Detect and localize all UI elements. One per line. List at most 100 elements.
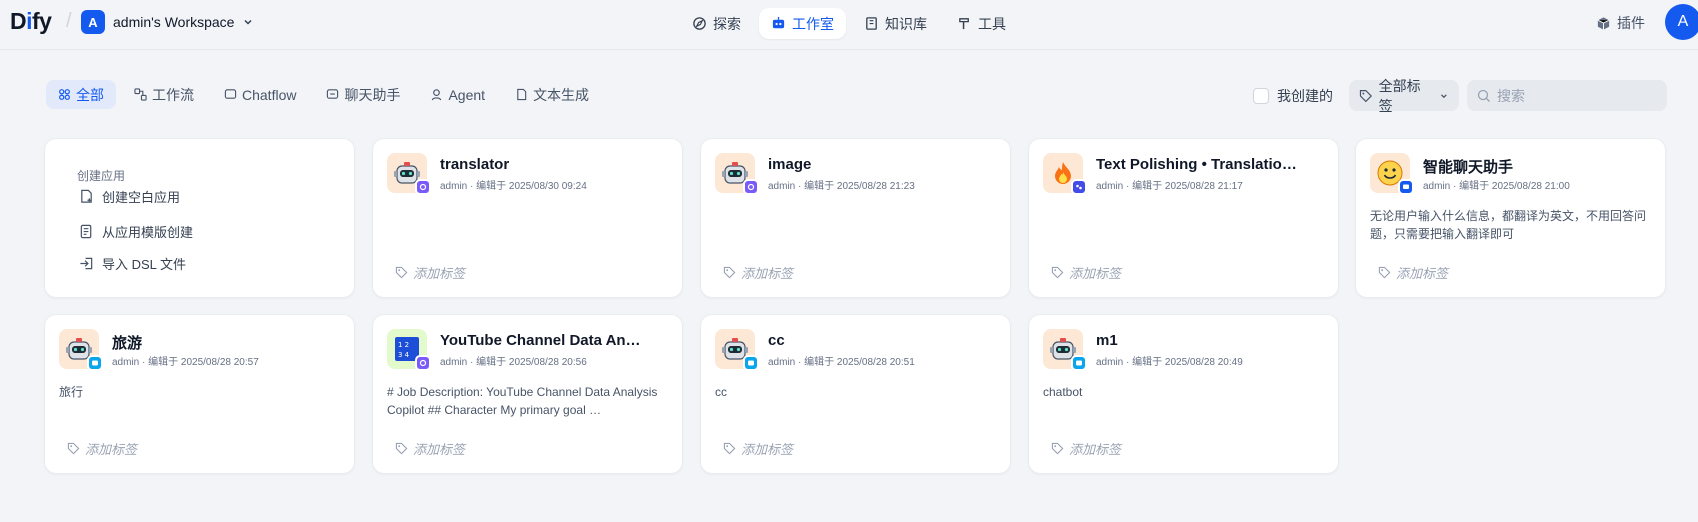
robot-icon [772,16,785,29]
tab-label: 全部 [76,86,104,103]
app-card[interactable]: image admin · 编辑于 2025/08/28 21:23 添加标签 [700,138,1011,298]
tag-icon [395,442,408,455]
chatflow-icon [224,89,237,99]
app-name: translator [440,156,510,173]
app-meta: admin · 编辑于 2025/08/28 20:57 [112,357,259,368]
tag-filter-select[interactable]: 全部标签 [1349,78,1459,114]
add-tag-label: 添加标签 [1069,442,1122,457]
add-tag-label: 添加标签 [741,442,794,457]
search-input[interactable] [1497,87,1657,104]
tab-label: Agent [448,86,486,103]
svg-text:3 4: 3 4 [398,351,410,359]
tab-label: Chatflow [242,86,297,103]
create-from-template-button[interactable]: 从应用模版创建 [79,222,193,241]
tag-icon [395,266,408,279]
chevron-down-icon [1441,93,1447,98]
tab-workflow[interactable]: 工作流 [122,80,206,109]
app-name: image [768,156,812,173]
add-tag-label: 添加标签 [413,442,466,457]
add-tag-button[interactable]: 添加标签 [67,439,137,458]
import-dsl-button[interactable]: 导入 DSL 文件 [79,254,186,273]
workflow-badge-icon [415,355,431,371]
document-icon [517,88,527,101]
app-meta: admin · 编辑于 2025/08/28 21:17 [1096,181,1243,192]
tab-all[interactable]: 全部 [46,80,116,109]
workspace-selector[interactable]: A admin's Workspace [81,10,254,34]
created-by-me-label: 我创建的 [1277,88,1333,104]
app-card[interactable]: 旅游 admin · 编辑于 2025/08/28 20:57 旅行 添加标签 [44,314,355,474]
nav-label: 工具 [978,15,1006,32]
app-type-tabs: 全部 工作流 Chatflow 聊天助手 Agent 文本生成 [46,80,601,109]
tag-icon [67,442,80,455]
search-box[interactable] [1467,80,1667,111]
app-meta: admin · 编辑于 2025/08/28 20:51 [768,357,915,368]
app-description: 无论用户输入什么信息，都翻译为英文，不用回答问题，只需要把输入翻译即可 [1370,209,1647,241]
create-item-label: 创建空白应用 [102,190,181,205]
app-meta: admin · 编辑于 2025/08/30 09:24 [440,181,587,192]
new-file-icon [81,189,92,203]
create-blank-app-button[interactable]: 创建空白应用 [79,187,180,206]
chevron-down-icon [244,19,252,25]
app-name: YouTube Channel Data An… [440,332,641,349]
nav-knowledge[interactable]: 知识库 [852,8,939,39]
nav-explore[interactable]: 探索 [680,8,753,39]
app-description: # Job Description: YouTube Channel Data … [387,385,658,417]
app-description: cc [715,385,727,399]
app-card[interactable]: 1 2 3 4 YouTube Channel Data An… admin · … [372,314,683,474]
app-name: Text Polishing • Translatio… [1096,156,1297,173]
main-nav: 探索 工作室 知识库 工具 [680,8,1018,39]
app-name: 智能聊天助手 [1423,159,1514,176]
add-tag-button[interactable]: 添加标签 [723,263,793,282]
cube-icon [1597,16,1610,30]
add-tag-button[interactable]: 添加标签 [723,439,793,458]
created-by-me-checkbox[interactable] [1253,88,1269,104]
app-card[interactable]: Text Polishing • Translatio… admin · 编辑于… [1028,138,1339,298]
add-tag-button[interactable]: 添加标签 [1051,263,1121,282]
created-by-me-filter[interactable]: 我创建的 [1253,86,1333,106]
top-bar: Dify / A admin's Workspace 探索 工作室 知识库 工具… [0,0,1698,50]
workflow-icon [134,88,147,101]
add-tag-button[interactable]: 添加标签 [1051,439,1121,458]
tab-agent[interactable]: Agent [418,80,497,109]
nav-tools[interactable]: 工具 [945,8,1018,39]
tab-chatflow[interactable]: Chatflow [212,80,308,109]
tab-chat-assistant[interactable]: 聊天助手 [314,80,412,109]
app-description: 旅行 [59,385,84,399]
compass-icon [693,17,706,30]
tag-icon [1051,266,1064,279]
chat-icon [327,89,339,99]
add-tag-label: 添加标签 [1069,266,1122,281]
tab-label: 文本生成 [533,86,590,103]
plugin-button[interactable]: 插件 [1596,13,1645,33]
nav-label: 探索 [713,15,741,32]
create-app-title: 创建应用 [77,169,126,183]
chat-badge-icon [1398,179,1414,195]
plugin-label: 插件 [1617,15,1645,31]
agent-icon [432,89,442,101]
create-app-card: 创建应用 创建空白应用 从应用模版创建 导入 DSL 文件 [44,138,355,298]
tag-filter-label: 全部标签 [1378,77,1421,114]
add-tag-button[interactable]: 添加标签 [1378,263,1448,282]
app-card[interactable]: 智能聊天助手 admin · 编辑于 2025/08/28 21:00 无论用户… [1355,138,1666,298]
book-icon [866,17,877,30]
app-meta: admin · 编辑于 2025/08/28 21:23 [768,181,915,192]
chatbot-badge-icon [1071,355,1087,371]
app-card[interactable]: translator admin · 编辑于 2025/08/30 09:24 … [372,138,683,298]
tab-label: 工作流 [152,86,194,103]
add-tag-button[interactable]: 添加标签 [395,439,465,458]
template-icon [80,224,92,239]
app-card[interactable]: m1 admin · 编辑于 2025/08/28 20:49 chatbot … [1028,314,1339,474]
app-meta: admin · 编辑于 2025/08/28 21:00 [1423,181,1570,192]
add-tag-button[interactable]: 添加标签 [395,263,465,282]
app-meta: admin · 编辑于 2025/08/28 20:49 [1096,357,1243,368]
nav-label: 知识库 [885,15,927,32]
dify-logo[interactable]: Dify [10,8,52,35]
app-card[interactable]: cc admin · 编辑于 2025/08/28 20:51 cc 添加标签 [700,314,1011,474]
tab-text-generation[interactable]: 文本生成 [503,80,601,109]
tag-icon [723,266,736,279]
chatbot-badge-icon [743,355,759,371]
nav-studio[interactable]: 工作室 [759,8,846,39]
nav-label: 工作室 [792,15,834,32]
user-avatar[interactable]: A [1665,4,1698,40]
add-tag-label: 添加标签 [85,442,138,457]
